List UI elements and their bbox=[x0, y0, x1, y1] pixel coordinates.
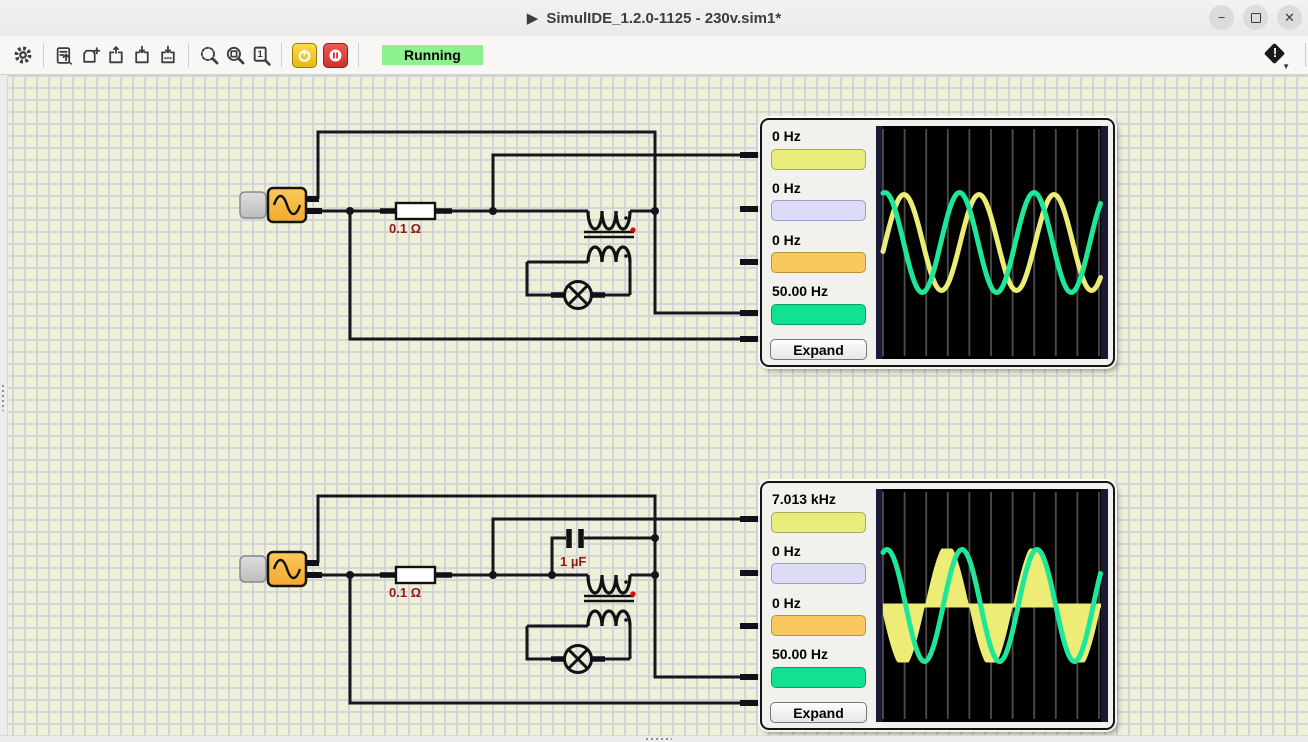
resistor-2[interactable] bbox=[380, 565, 452, 585]
simulide-window: { "window": { "play_glyph": "▶", "title"… bbox=[0, 0, 1308, 742]
source2-toggle-button[interactable] bbox=[239, 555, 267, 583]
polarity-dot bbox=[624, 254, 628, 258]
ac-source-2[interactable] bbox=[266, 550, 308, 588]
scope1-channel2-frequency: 0 Hz bbox=[772, 180, 801, 196]
circuit-canvas[interactable]: 0.1 Ω 0.1 Ω 1 µF 0 Hz 0 Hz 0 Hz 50.00 Hz… bbox=[0, 75, 1308, 742]
recent-circuits-icon[interactable] bbox=[51, 42, 77, 68]
settings-gear-icon[interactable] bbox=[10, 42, 36, 68]
resistor-1[interactable] bbox=[380, 201, 452, 221]
zoom-to-fit-icon[interactable] bbox=[196, 42, 222, 68]
scope1-channel1-color-bar[interactable] bbox=[771, 149, 866, 170]
toolbar-separator bbox=[43, 43, 44, 67]
resistor1-value-label: 0.1 Ω bbox=[389, 221, 421, 236]
toolbar-separator bbox=[281, 43, 282, 67]
screen-edge bbox=[876, 489, 883, 722]
scope1-channel1-frequency: 0 Hz bbox=[772, 128, 801, 144]
transformer-1[interactable] bbox=[584, 210, 636, 263]
scope1-expand-button[interactable]: Expand bbox=[770, 339, 867, 360]
scope1-screen[interactable] bbox=[876, 126, 1108, 359]
ac-source-1[interactable] bbox=[266, 186, 308, 224]
screen-edge bbox=[876, 126, 883, 359]
capacitor[interactable] bbox=[566, 529, 584, 548]
scope2-channel4-frequency: 50.00 Hz bbox=[772, 646, 829, 662]
scope2-channel4-color-bar[interactable] bbox=[771, 667, 866, 688]
zoom-to-selection-icon[interactable] bbox=[222, 42, 248, 68]
scope2-channel1-color-bar[interactable] bbox=[771, 512, 866, 533]
scope1-channel-panel: 0 Hz 0 Hz 0 Hz 50.00 Hz bbox=[762, 120, 874, 365]
close-icon: ✕ bbox=[1284, 10, 1295, 25]
open-circuit-icon[interactable] bbox=[103, 42, 129, 68]
save-circuit-as-icon[interactable] bbox=[155, 42, 181, 68]
scope2-channel1-frequency: 7.013 kHz bbox=[772, 491, 836, 507]
circuit-2[interactable]: 0.1 Ω 1 µF bbox=[239, 494, 763, 706]
save-circuit-icon[interactable] bbox=[129, 42, 155, 68]
play-icon: ▶ bbox=[526, 10, 539, 27]
polarity-red-dot bbox=[630, 227, 636, 233]
toolbar-separator bbox=[358, 43, 359, 67]
scope1-channel4-frequency: 50.00 Hz bbox=[772, 283, 829, 299]
zoom-one-to-one-icon[interactable]: 1 bbox=[248, 42, 274, 68]
scope1-channel4-color-bar[interactable] bbox=[771, 304, 866, 325]
scope2-channel2-frequency: 0 Hz bbox=[772, 543, 801, 559]
transformer-2[interactable] bbox=[584, 574, 636, 627]
wires[interactable] bbox=[316, 494, 744, 705]
screen-edge bbox=[1101, 489, 1108, 722]
lamp-2[interactable] bbox=[551, 644, 605, 674]
window-title: ▶ SimulIDE_1.2.0-1125 - 230v.sim1* bbox=[526, 9, 782, 28]
toolbar-separator bbox=[188, 43, 189, 67]
scope2-channel3-color-bar[interactable] bbox=[771, 615, 866, 636]
svg-text:1: 1 bbox=[257, 49, 262, 60]
info-exclamation: ! bbox=[1272, 45, 1278, 60]
pause-button[interactable] bbox=[323, 42, 348, 68]
chevron-down-icon: ▼ bbox=[1282, 62, 1290, 71]
scope1-channel2-color-bar[interactable] bbox=[771, 200, 866, 221]
title-bar: ▶ SimulIDE_1.2.0-1125 - 230v.sim1* − ✕ bbox=[0, 0, 1308, 37]
restore-button[interactable] bbox=[1243, 5, 1268, 30]
scope1-channel3-frequency: 0 Hz bbox=[772, 232, 801, 248]
toolbar-separator bbox=[1305, 43, 1306, 67]
bottom-splitter-handle[interactable] bbox=[646, 738, 672, 740]
polarity-dot bbox=[624, 580, 628, 584]
oscilloscope-2[interactable]: 7.013 kHz 0 Hz 0 Hz 50.00 Hz Expand bbox=[760, 481, 1115, 730]
screen-edge bbox=[1101, 126, 1108, 359]
window-title-text: SimulIDE_1.2.0-1125 - 230v.sim1* bbox=[546, 9, 782, 27]
main-toolbar: 1 Running ! ▼ bbox=[0, 36, 1308, 75]
source2-pins bbox=[306, 560, 322, 578]
source1-toggle-button[interactable] bbox=[239, 191, 267, 219]
capacitor-value-label: 1 µF bbox=[560, 554, 586, 569]
minimize-icon: − bbox=[1217, 10, 1226, 25]
scope2-screen[interactable] bbox=[876, 489, 1108, 722]
polarity-dot bbox=[624, 216, 628, 220]
scope2-expand-button[interactable]: Expand bbox=[770, 702, 867, 723]
simulation-status-badge: Running bbox=[382, 45, 483, 65]
source1-pins bbox=[306, 196, 322, 214]
scope2-channel3-frequency: 0 Hz bbox=[772, 595, 801, 611]
minimize-button[interactable]: − bbox=[1209, 5, 1234, 30]
resistor2-value-label: 0.1 Ω bbox=[389, 585, 421, 600]
power-button[interactable] bbox=[292, 42, 317, 68]
scope1-channel3-color-bar[interactable] bbox=[771, 252, 866, 273]
new-circuit-icon[interactable] bbox=[77, 42, 103, 68]
lamp-1[interactable] bbox=[551, 280, 605, 310]
restore-icon bbox=[1250, 12, 1261, 23]
polarity-dot bbox=[624, 618, 628, 622]
polarity-red-dot bbox=[630, 591, 636, 597]
left-dock-splitter[interactable] bbox=[0, 75, 8, 741]
info-icon[interactable]: ! ▼ bbox=[1262, 42, 1290, 71]
wires[interactable] bbox=[316, 130, 744, 341]
oscilloscope-1[interactable]: 0 Hz 0 Hz 0 Hz 50.00 Hz Expand bbox=[760, 118, 1115, 367]
scope2-channel2-color-bar[interactable] bbox=[771, 563, 866, 584]
close-button[interactable]: ✕ bbox=[1277, 5, 1302, 30]
circuit-1[interactable]: 0.1 Ω bbox=[239, 130, 763, 342]
left-splitter-handle[interactable] bbox=[2, 385, 4, 411]
scope2-channel-panel: 7.013 kHz 0 Hz 0 Hz 50.00 Hz bbox=[762, 483, 874, 728]
